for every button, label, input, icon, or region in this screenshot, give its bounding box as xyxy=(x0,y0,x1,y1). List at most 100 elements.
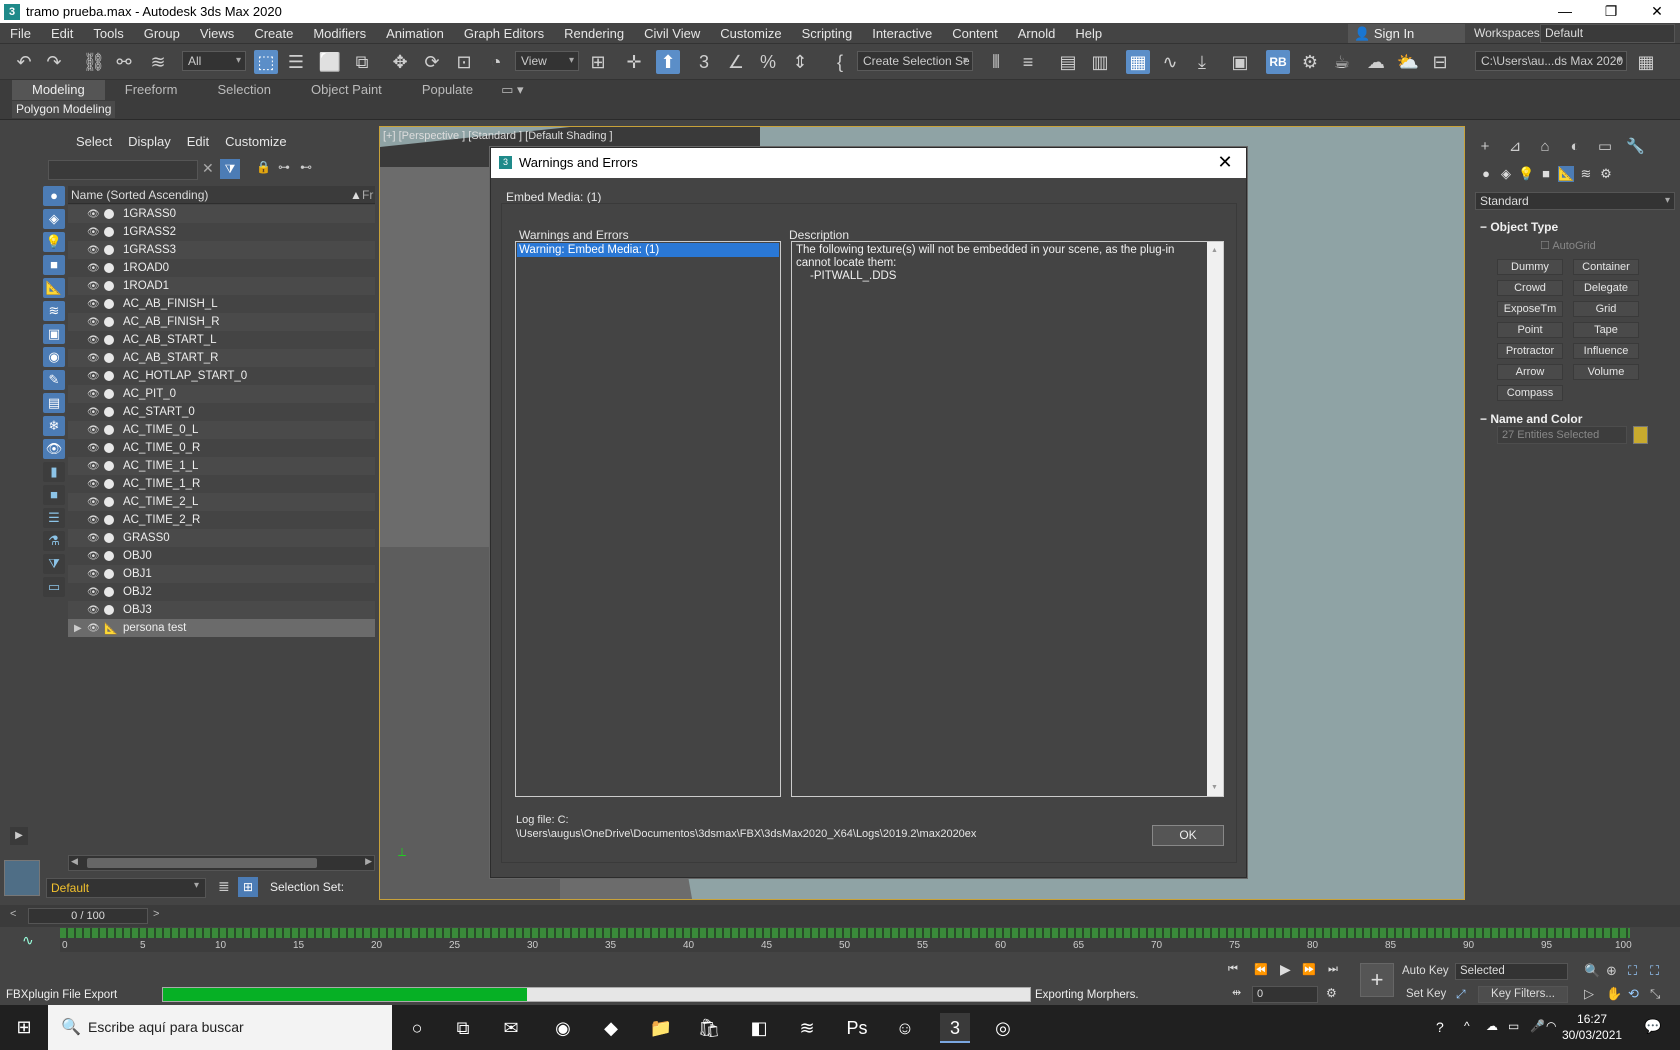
menu-civil-view[interactable]: Civil View xyxy=(634,26,710,41)
display-bones-icon[interactable]: ✎ xyxy=(43,370,65,390)
3dsmax-taskbar-icon[interactable]: 3 xyxy=(940,1013,970,1043)
list-item[interactable]: 👁 1GRASS0 xyxy=(68,205,375,223)
named-selection-select[interactable]: Create Selection Se xyxy=(857,51,973,71)
placement-icon[interactable]: ◔ xyxy=(484,50,508,74)
align-icon[interactable]: ≡ xyxy=(1016,50,1040,74)
volume-button[interactable]: Volume xyxy=(1573,364,1639,380)
list-item[interactable]: 👁 OBJ3 xyxy=(68,601,375,619)
mail-icon[interactable]: ✉ xyxy=(496,1013,526,1043)
windows-start-icon[interactable]: ⊞ xyxy=(0,1005,48,1050)
list-item[interactable]: 👁 1ROAD0 xyxy=(68,259,375,277)
explorer-search-input[interactable] xyxy=(48,160,198,180)
tab-populate[interactable]: Populate xyxy=(402,80,493,100)
previous-key-icon[interactable]: ⏪ xyxy=(1254,963,1268,976)
display-lights-icon[interactable]: 💡 xyxy=(43,232,65,252)
display-space-warps-icon[interactable]: ≋ xyxy=(43,301,65,321)
menu-scripting[interactable]: Scripting xyxy=(792,26,863,41)
photoshop-icon[interactable]: Ps xyxy=(842,1013,872,1043)
project-folder-select[interactable]: C:\Users\au...ds Max 2020 xyxy=(1475,51,1627,71)
explorer-menu-display[interactable]: Display xyxy=(120,134,179,149)
rendered-frame-window-icon[interactable]: ☕ xyxy=(1330,50,1354,74)
display-all-icon[interactable]: ■ xyxy=(43,485,65,505)
list-item[interactable]: 👁 GRASS0 xyxy=(68,529,375,547)
systems-icon[interactable]: ⚙ xyxy=(1598,166,1614,182)
menu-group[interactable]: Group xyxy=(134,26,190,41)
hierarchy-tab-icon[interactable]: ⌂ xyxy=(1536,138,1554,156)
visibility-eye-icon[interactable]: 👁 xyxy=(87,425,100,436)
zoom-all-icon[interactable]: ⊕ xyxy=(1606,963,1617,979)
key-filters-button[interactable]: Key Filters... xyxy=(1478,986,1568,1003)
minimize-button[interactable]: — xyxy=(1542,0,1588,23)
maxscript-listener-icon[interactable] xyxy=(4,860,40,896)
visibility-eye-icon[interactable]: 👁 xyxy=(87,281,100,292)
menu-file[interactable]: File xyxy=(0,26,41,41)
explorer-menu-select[interactable]: Select xyxy=(68,134,120,149)
ok-button[interactable]: OK xyxy=(1152,825,1224,846)
store-icon[interactable]: 🛍 xyxy=(694,1013,724,1043)
maximize-viewport-icon[interactable]: ⤡ xyxy=(1650,986,1660,1002)
taskbar-clock[interactable]: 16:27 30/03/2021 xyxy=(1562,1011,1622,1043)
arrow-button[interactable]: Arrow xyxy=(1497,364,1563,380)
list-item[interactable]: 👁 AC_START_0 xyxy=(68,403,375,421)
visibility-eye-icon[interactable]: 👁 xyxy=(87,479,100,490)
display-particles-icon[interactable]: ❄ xyxy=(43,416,65,436)
display-tab-icon[interactable]: ▭ xyxy=(1596,138,1614,156)
menu-help[interactable]: Help xyxy=(1065,26,1112,41)
bind-space-warp-icon[interactable]: ≋ xyxy=(146,50,170,74)
select-by-name-icon[interactable]: ☰ xyxy=(284,50,308,74)
render-production-icon[interactable]: ☁ xyxy=(1364,50,1388,74)
crowd-button[interactable]: Crowd xyxy=(1497,280,1563,296)
menu-tools[interactable]: Tools xyxy=(83,26,133,41)
render-setup-icon[interactable]: ⚙ xyxy=(1298,50,1322,74)
list-item[interactable]: 👁 AC_TIME_0_L xyxy=(68,421,375,439)
keyboard-shortcut-override-icon[interactable]: ⬆ xyxy=(656,50,680,74)
invert-display-icon[interactable]: ⚗ xyxy=(43,531,65,551)
tray-chevron-up-icon[interactable]: ^ xyxy=(1464,1019,1470,1033)
visibility-eye-icon[interactable]: 👁 xyxy=(87,515,100,526)
set-key-big-icon[interactable]: + xyxy=(1360,963,1394,997)
list-item[interactable]: 👁 AC_AB_FINISH_L xyxy=(68,295,375,313)
menu-modifiers[interactable]: Modifiers xyxy=(303,26,376,41)
visibility-eye-icon[interactable]: 👁 xyxy=(87,389,100,400)
display-hidden-icon[interactable]: 👁 xyxy=(43,439,65,459)
visibility-eye-icon[interactable]: 👁 xyxy=(87,209,100,220)
explorer-column-header[interactable]: Name (Sorted Ascending) ▲ Fr xyxy=(68,186,375,204)
explorer-menu-customize[interactable]: Customize xyxy=(217,134,294,149)
menu-arnold[interactable]: Arnold xyxy=(1008,26,1066,41)
restore-button[interactable]: ❐ xyxy=(1588,0,1634,23)
list-item[interactable]: 👁 AC_AB_START_L xyxy=(68,331,375,349)
unlink-icon[interactable]: ⚯ xyxy=(112,50,136,74)
grid-button[interactable]: Grid xyxy=(1573,301,1639,317)
default-in-out-tangents-icon[interactable]: ⤢ xyxy=(1456,987,1466,1002)
menu-views[interactable]: Views xyxy=(190,26,244,41)
visibility-eye-icon[interactable]: 👁 xyxy=(87,353,100,364)
rectangular-selection-icon[interactable]: ⬜ xyxy=(318,50,342,74)
visibility-eye-icon[interactable]: 👁 xyxy=(87,335,100,346)
toggle-ribbon-icon[interactable]: ▥ xyxy=(1088,50,1112,74)
pivot-center-icon[interactable]: ⊞ xyxy=(586,50,610,74)
redo-icon[interactable]: ↷ xyxy=(42,50,66,74)
utilities-tab-icon[interactable]: 🔧 xyxy=(1626,138,1645,156)
list-item[interactable]: 👁 AC_TIME_2_R xyxy=(68,511,375,529)
tab-freeform[interactable]: Freeform xyxy=(105,80,198,100)
display-cameras-icon[interactable]: ■ xyxy=(43,255,65,275)
snaps-toggle-icon[interactable]: 3 xyxy=(692,50,716,74)
layer-stack-icon[interactable]: ≣ xyxy=(218,878,230,895)
display-xrefs-icon[interactable]: ◉ xyxy=(43,347,65,367)
layer-view-icon[interactable]: ⊷ xyxy=(300,160,312,174)
rotate-icon[interactable]: ⟳ xyxy=(420,50,444,74)
object-type-rollout-header[interactable]: − Object Type xyxy=(1480,220,1558,234)
list-item[interactable]: 👁 1GRASS2 xyxy=(68,223,375,241)
list-item[interactable]: 👁 AC_TIME_1_L xyxy=(68,457,375,475)
name-column-header[interactable]: Name (Sorted Ascending) xyxy=(71,188,208,202)
hierarchy-view-icon[interactable]: ⊶ xyxy=(278,160,290,174)
tab-modeling[interactable]: Modeling xyxy=(12,80,105,100)
display-none-icon[interactable]: ☰ xyxy=(43,508,65,528)
autodesk-app-icon[interactable]: ≋ xyxy=(792,1013,822,1043)
visibility-eye-icon[interactable]: 👁 xyxy=(87,569,100,580)
helpers-icon[interactable]: 📐 xyxy=(1558,166,1574,182)
polygon-modeling-panel[interactable]: Polygon Modeling xyxy=(12,101,116,118)
spinner-snap-icon[interactable]: ⇕ xyxy=(788,50,812,74)
lock-cell-editing-icon[interactable]: 🔒 xyxy=(256,160,271,174)
schematic-view-icon[interactable]: ⤓ xyxy=(1190,50,1214,74)
